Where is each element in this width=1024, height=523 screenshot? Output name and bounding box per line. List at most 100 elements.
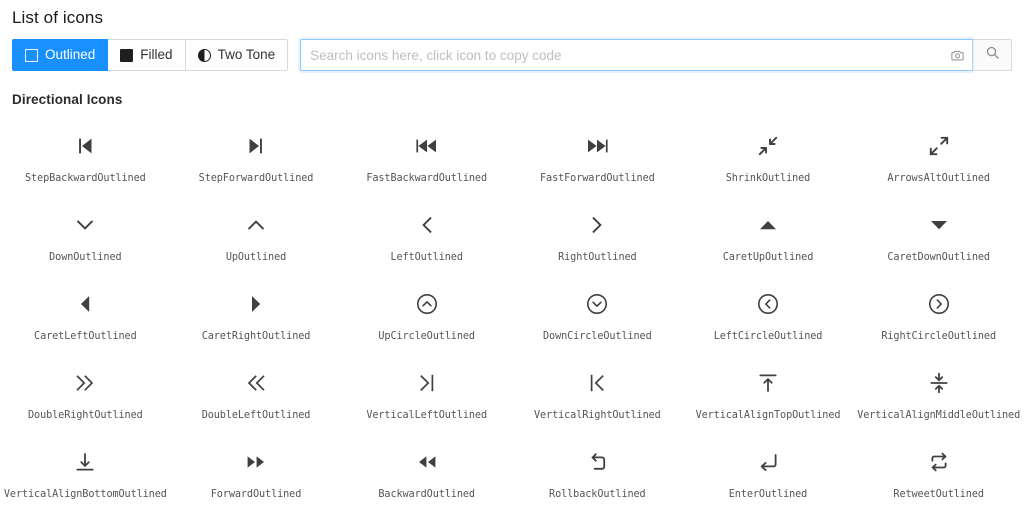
vertical-left-icon [415,366,439,400]
vertical-align-middle-icon [927,366,951,400]
double-right-icon [73,366,97,400]
theme-segmented-control[interactable]: Outlined Filled Two Tone [12,39,289,71]
caret-left-icon [73,287,97,321]
up-circle-icon [415,287,439,321]
right-circle-icon [927,287,951,321]
icon-cell[interactable]: FastBackwardOutlined [341,121,512,200]
icon-label: LeftOutlined [390,252,463,263]
icon-cell[interactable]: UpCircleOutlined [341,279,512,358]
icon-cell[interactable]: LeftOutlined [341,200,512,279]
icon-cell[interactable]: ForwardOutlined [171,437,342,516]
icon-cell[interactable]: CaretDownOutlined [853,200,1024,279]
icon-label: VerticalLeftOutlined [366,410,487,421]
icon-label: DoubleLeftOutlined [201,410,311,421]
shrink-icon [756,129,780,163]
backward-icon [415,445,439,479]
icon-cell[interactable]: DownOutlined [0,200,171,279]
fast-forward-icon [585,129,609,163]
camera-icon[interactable] [942,40,972,70]
theme-button-outlined[interactable]: Outlined [12,39,109,71]
section-title-directional: Directional Icons [12,92,123,107]
search-input[interactable] [301,41,942,69]
icon-label: DownOutlined [49,252,122,263]
icon-cell[interactable]: VerticalLeftOutlined [341,358,512,437]
toolbar: Outlined Filled Two Tone [0,28,1024,71]
step-backward-icon [73,129,97,163]
icon-label: VerticalAlignTopOutlined [695,410,841,421]
square-filled-icon [120,48,134,62]
icon-cell[interactable]: RightOutlined [512,200,683,279]
icon-label: FastForwardOutlined [540,173,655,184]
theme-button-filled[interactable]: Filled [108,39,186,71]
icon-cell[interactable]: DownCircleOutlined [512,279,683,358]
icon-cell[interactable]: CaretRightOutlined [171,279,342,358]
icon-cell[interactable]: RetweetOutlined [853,437,1024,516]
vertical-align-bottom-icon [73,445,97,479]
search-bar[interactable] [300,39,1012,71]
icon-label: ForwardOutlined [210,489,302,500]
left-icon [415,208,439,242]
icon-label: RightCircleOutlined [881,331,996,342]
vertical-right-icon [585,366,609,400]
right-icon [585,208,609,242]
rollback-icon [585,445,609,479]
icon-cell[interactable]: VerticalAlignTopOutlined [683,358,854,437]
icon-cell[interactable]: CaretUpOutlined [683,200,854,279]
icon-cell[interactable]: VerticalRightOutlined [512,358,683,437]
vertical-align-top-icon [756,366,780,400]
square-outline-icon [25,48,38,62]
fast-backward-icon [415,129,439,163]
theme-button-filled-label: Filled [140,47,173,63]
icon-label: VerticalRightOutlined [533,410,661,421]
icon-label: DoubleRightOutlined [28,410,143,421]
icon-cell[interactable]: RollbackOutlined [512,437,683,516]
icon-cell[interactable]: RightCircleOutlined [853,279,1024,358]
theme-button-two-tone[interactable]: Two Tone [185,39,289,71]
icon-label: StepBackwardOutlined [24,173,146,184]
retweet-icon [927,445,951,479]
icon-cell[interactable]: CaretLeftOutlined [0,279,171,358]
icon-cell[interactable]: FastForwardOutlined [512,121,683,200]
caret-up-icon [756,208,780,242]
icon-label: RightOutlined [558,252,637,263]
down-icon [73,208,97,242]
search-submit-button[interactable] [972,39,1012,71]
search-field[interactable] [300,39,972,71]
icon-cell[interactable]: VerticalAlignMiddleOutlined [853,358,1024,437]
theme-button-outlined-label: Outlined [45,47,96,63]
icon-cell[interactable]: VerticalAlignBottomOutlined [0,437,171,516]
icon-cell[interactable]: StepForwardOutlined [171,121,342,200]
icon-cell[interactable]: UpOutlined [171,200,342,279]
icon-cell[interactable]: DoubleRightOutlined [0,358,171,437]
icon-cell[interactable]: DoubleLeftOutlined [171,358,342,437]
search-icon [985,45,1000,65]
forward-icon [244,445,268,479]
theme-button-two-tone-label: Two Tone [217,47,276,63]
up-icon [244,208,268,242]
arrows-alt-icon [927,129,951,163]
icon-label: VerticalAlignMiddleOutlined [857,410,1021,421]
icon-cell[interactable]: LeftCircleOutlined [683,279,854,358]
page-title: List of icons [12,8,104,27]
icon-cell[interactable]: BackwardOutlined [341,437,512,516]
icon-label: FastBackwardOutlined [366,173,487,184]
down-circle-icon [585,287,609,321]
icon-cell[interactable]: EnterOutlined [683,437,854,516]
icon-label: DownCircleOutlined [543,331,652,342]
icon-label: VerticalAlignBottomOutlined [3,489,167,500]
icon-label: ShrinkOutlined [725,173,811,184]
double-left-icon [244,366,268,400]
icon-cell[interactable]: ShrinkOutlined [683,121,854,200]
icon-label: UpCircleOutlined [378,331,475,342]
icon-label: RollbackOutlined [549,489,646,500]
icon-label: UpOutlined [225,252,287,263]
icon-label: StepForwardOutlined [198,173,314,184]
caret-right-icon [244,287,268,321]
icon-label: BackwardOutlined [378,489,475,500]
icon-label: LeftCircleOutlined [713,331,823,342]
icon-label: CaretUpOutlined [722,252,814,263]
icon-cell[interactable]: ArrowsAltOutlined [853,121,1024,200]
icon-grid: StepBackwardOutlined StepForwardOutlined F… [0,107,1024,516]
icon-label: RetweetOutlined [893,489,984,500]
icon-cell[interactable]: StepBackwardOutlined [0,121,171,200]
